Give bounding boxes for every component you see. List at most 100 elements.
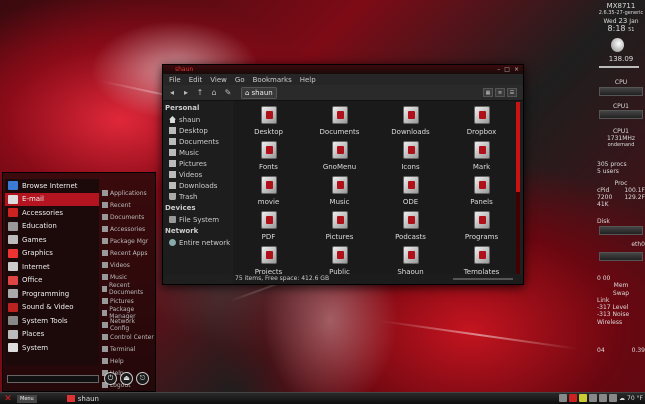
menu-bookmarks[interactable]: Bookmarks bbox=[253, 76, 292, 84]
sidebar-item-desktop[interactable]: Desktop bbox=[163, 125, 231, 136]
zoom-slider[interactable] bbox=[453, 278, 513, 280]
icon-view-icon[interactable]: ▦ bbox=[483, 88, 493, 97]
file-item[interactable]: Templates bbox=[446, 246, 517, 275]
menu-category-item[interactable]: Sound & Video bbox=[5, 301, 99, 315]
location-button[interactable]: ⌂ shaun bbox=[241, 86, 277, 99]
file-item[interactable]: PDF bbox=[233, 211, 304, 246]
sidebar-item-trash[interactable]: Trash bbox=[163, 191, 231, 202]
menu-category-item[interactable]: System Tools bbox=[5, 314, 99, 328]
sidebar-item-videos[interactable]: Videos bbox=[163, 169, 231, 180]
menu-category-item[interactable]: Places bbox=[5, 328, 99, 342]
recent-item[interactable]: Terminal bbox=[102, 343, 156, 355]
menu-category-item[interactable]: Graphics bbox=[5, 247, 99, 261]
recent-item[interactable]: Package Mgr bbox=[102, 235, 156, 247]
recent-item[interactable]: Help bbox=[102, 355, 156, 367]
menu-category-item[interactable]: System bbox=[5, 341, 99, 355]
window-titlebar[interactable]: shaun – □ × bbox=[163, 65, 523, 74]
search-input[interactable] bbox=[7, 375, 99, 383]
file-item[interactable]: Downloads bbox=[375, 106, 446, 141]
recent-item[interactable]: Documents bbox=[102, 211, 156, 223]
sidebar-item-documents[interactable]: Documents bbox=[163, 136, 231, 147]
file-item[interactable]: Icons bbox=[375, 141, 446, 176]
folder-icon bbox=[402, 106, 419, 124]
recent-item[interactable]: Accessories bbox=[102, 223, 156, 235]
file-item-label: Downloads bbox=[391, 128, 430, 136]
logout-icon[interactable]: ⎋ bbox=[136, 372, 149, 385]
recent-item[interactable]: Applications bbox=[102, 187, 156, 199]
recent-item[interactable]: Control Center bbox=[102, 331, 156, 343]
menu-category-item[interactable]: Internet bbox=[5, 260, 99, 274]
file-item[interactable]: Panels bbox=[446, 176, 517, 211]
file-item[interactable]: Mark bbox=[446, 141, 517, 176]
recent-item[interactable]: Recent bbox=[102, 199, 156, 211]
file-item-label: Podcasts bbox=[395, 233, 426, 241]
sidebar-item-music[interactable]: Music bbox=[163, 147, 231, 158]
recent-item-icon bbox=[102, 358, 108, 364]
tray-app-icon[interactable] bbox=[569, 394, 577, 402]
back-icon[interactable]: ◂ bbox=[167, 88, 177, 97]
menu-help[interactable]: Help bbox=[300, 76, 316, 84]
sidebar-item-downloads[interactable]: Downloads bbox=[163, 180, 231, 191]
maximize-icon[interactable]: □ bbox=[504, 66, 510, 73]
file-item[interactable]: Pictures bbox=[304, 211, 375, 246]
task-button-shaun[interactable]: shaun bbox=[66, 395, 99, 403]
file-item[interactable]: Fonts bbox=[233, 141, 304, 176]
file-item[interactable]: GnoMenu bbox=[304, 141, 375, 176]
menu-edit[interactable]: Edit bbox=[189, 76, 203, 84]
sidebar-item-home[interactable]: shaun bbox=[163, 114, 231, 125]
file-item[interactable]: Podcasts bbox=[375, 211, 446, 246]
recent-item-label: Documents bbox=[110, 213, 145, 221]
recent-item[interactable]: Recent Apps bbox=[102, 247, 156, 259]
lock-icon[interactable]: ⏏ bbox=[120, 372, 133, 385]
file-item[interactable]: Shaoun bbox=[375, 246, 446, 275]
shutdown-icon[interactable]: ⏻ bbox=[104, 372, 117, 385]
recent-item-icon bbox=[102, 286, 107, 292]
up-icon[interactable]: ↑ bbox=[195, 88, 205, 97]
proc-val: 129.2F bbox=[624, 194, 645, 201]
tray-app-icon[interactable] bbox=[589, 394, 597, 402]
menu-file[interactable]: File bbox=[169, 76, 181, 84]
menu-view[interactable]: View bbox=[210, 76, 227, 84]
file-item[interactable]: Documents bbox=[304, 106, 375, 141]
sidebar-item-filesystem[interactable]: File System bbox=[163, 214, 231, 225]
recent-item[interactable]: Recent Documents bbox=[102, 282, 156, 296]
menu-go[interactable]: Go bbox=[235, 76, 245, 84]
tray-app-icon[interactable] bbox=[579, 394, 587, 402]
home-icon[interactable]: ⌂ bbox=[209, 88, 219, 97]
file-item[interactable]: Projects bbox=[233, 246, 304, 275]
menu-category-item[interactable]: Office bbox=[5, 274, 99, 288]
compact-view-icon[interactable]: ☰ bbox=[507, 88, 517, 97]
menu-category-item[interactable]: Browse Internet bbox=[5, 179, 99, 193]
edit-location-icon[interactable]: ✎ bbox=[223, 88, 233, 97]
close-icon[interactable]: × bbox=[514, 66, 519, 73]
scrollbar-thumb[interactable] bbox=[516, 102, 520, 192]
menu-category-item[interactable]: E-mail bbox=[5, 192, 99, 206]
file-item[interactable]: Public bbox=[304, 246, 375, 275]
menu-category-item[interactable]: Education bbox=[5, 220, 99, 234]
minimize-icon[interactable]: – bbox=[497, 66, 500, 73]
folder-icon bbox=[260, 106, 277, 124]
recent-item[interactable]: Videos bbox=[102, 259, 156, 271]
network-icon[interactable] bbox=[599, 394, 607, 402]
file-item[interactable]: ODE bbox=[375, 176, 446, 211]
sidebar-header-personal: Personal bbox=[165, 104, 200, 112]
menu-category-item[interactable]: Accessories bbox=[5, 206, 99, 220]
file-item[interactable]: Desktop bbox=[233, 106, 304, 141]
file-item[interactable]: Programs bbox=[446, 211, 517, 246]
menu-category-item[interactable]: Programming bbox=[5, 287, 99, 301]
menu-category-item[interactable]: Games bbox=[5, 233, 99, 247]
file-item[interactable]: Dropbox bbox=[446, 106, 517, 141]
scrollbar[interactable] bbox=[516, 102, 520, 274]
file-item[interactable]: movie bbox=[233, 176, 304, 211]
recent-item[interactable]: Network Config bbox=[102, 318, 156, 332]
list-view-icon[interactable]: ≡ bbox=[495, 88, 505, 97]
start-icon[interactable]: ✕ bbox=[2, 394, 14, 404]
tray-app-icon[interactable] bbox=[559, 394, 567, 402]
volume-icon[interactable] bbox=[609, 394, 617, 402]
forward-icon[interactable]: ▸ bbox=[181, 88, 191, 97]
sidebar-item-pictures[interactable]: Pictures bbox=[163, 158, 231, 169]
sidebar-item-network[interactable]: Entire network bbox=[163, 237, 231, 248]
file-item[interactable]: Music bbox=[304, 176, 375, 211]
recent-item-icon bbox=[102, 262, 108, 268]
menu-button[interactable]: Menu bbox=[17, 394, 37, 403]
